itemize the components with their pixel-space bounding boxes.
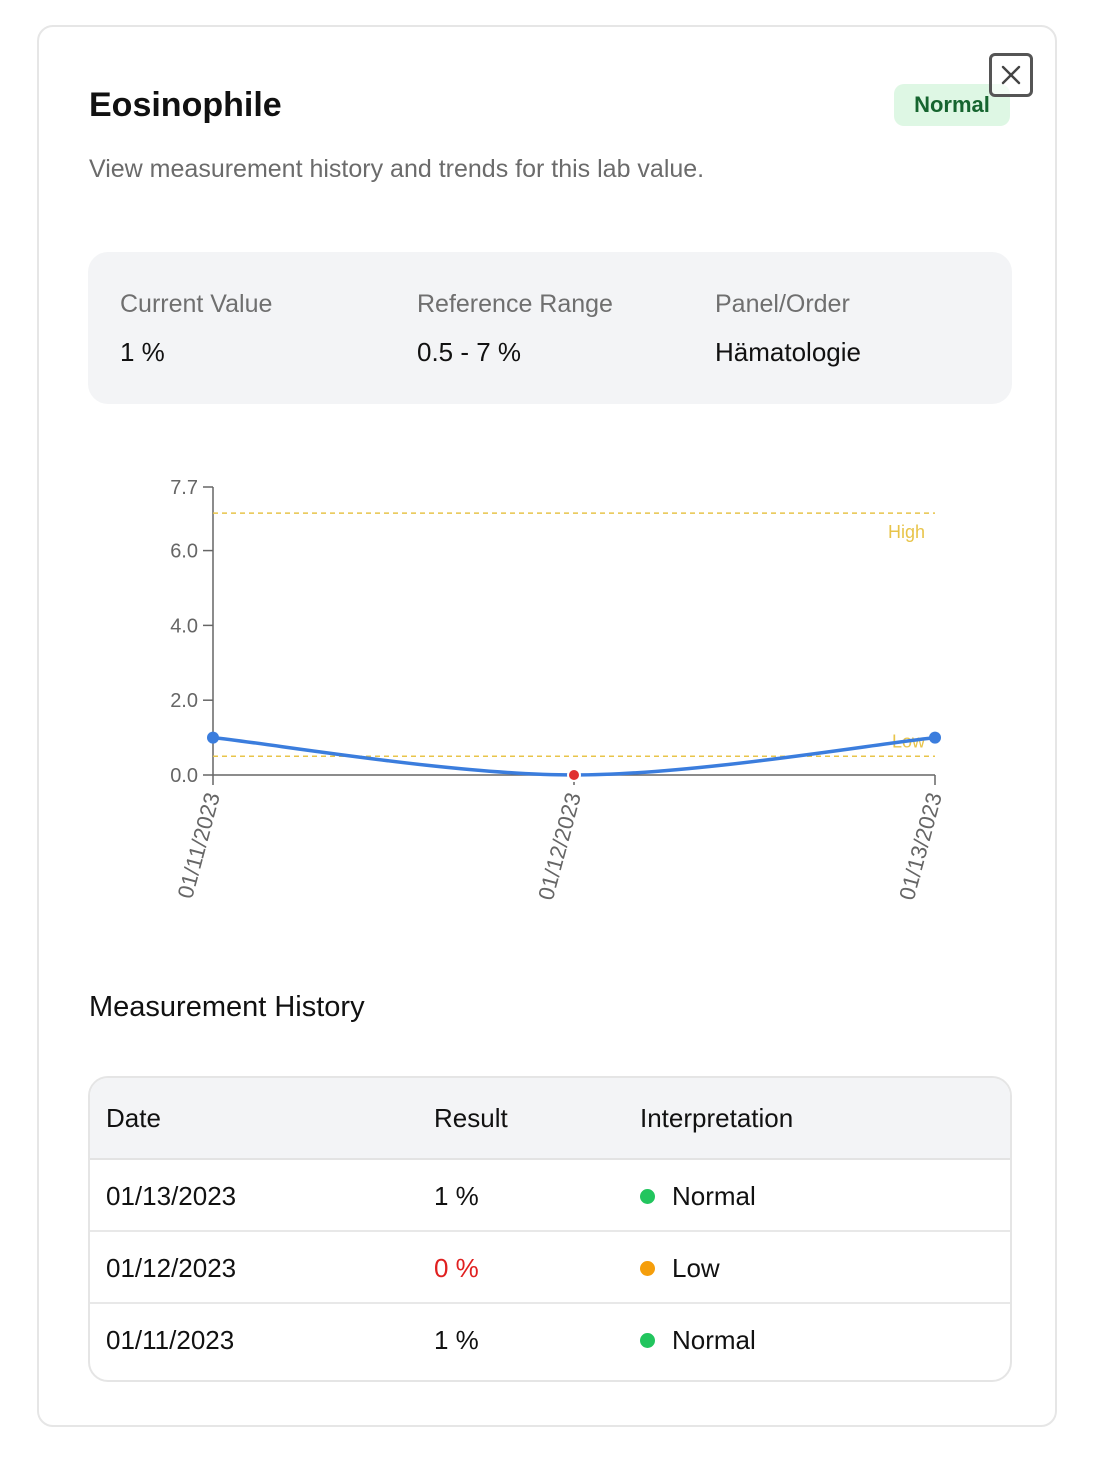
status-dot bbox=[640, 1332, 655, 1348]
history-title: Measurement History bbox=[89, 991, 365, 1023]
y-tick-label: 7.7 bbox=[170, 477, 198, 499]
table-header: Date Result Interpretation bbox=[90, 1078, 1010, 1160]
status-dot bbox=[640, 1188, 655, 1204]
history-table: Date Result Interpretation 01/13/2023 1 … bbox=[88, 1076, 1012, 1382]
y-tick-label: 6.0 bbox=[170, 541, 198, 563]
data-point bbox=[207, 731, 219, 744]
data-point bbox=[567, 768, 581, 782]
row-date: 01/13/2023 bbox=[106, 1181, 237, 1211]
column-header-result: Result bbox=[434, 1103, 508, 1133]
status-dot bbox=[640, 1260, 655, 1276]
data-point bbox=[929, 731, 941, 744]
row-date: 01/12/2023 bbox=[106, 1253, 237, 1283]
column-header-date: Date bbox=[106, 1103, 161, 1133]
trend-chart: 0.0 2.0 4.0 6.0 7.7 01/11/2023 01/12/2023 01/13… bbox=[170, 477, 947, 903]
table-row: 01/11/2023 1 % Normal bbox=[90, 1304, 1010, 1376]
lab-value-dialog: Eosinophile Normal View measurement hist… bbox=[37, 25, 1057, 1427]
column-header-interpretation: Interpretation bbox=[640, 1103, 794, 1133]
table-row: 01/12/2023 0 % Low bbox=[90, 1232, 1010, 1304]
y-tick-label: 4.0 bbox=[170, 615, 198, 637]
row-interpretation: Normal bbox=[640, 1180, 756, 1212]
interpretation-label: Normal bbox=[672, 1325, 756, 1355]
table-row: 01/13/2023 1 % Normal bbox=[90, 1160, 1010, 1232]
row-result: 1 % bbox=[434, 1181, 479, 1211]
x-tick-label: 01/12/2023 bbox=[533, 790, 586, 903]
row-date: 01/11/2023 bbox=[106, 1325, 235, 1355]
y-tick-label: 2.0 bbox=[170, 690, 198, 712]
y-tick-label: 0.0 bbox=[170, 765, 198, 787]
x-tick-label: 01/11/2023 bbox=[173, 790, 225, 901]
row-result: 0 % bbox=[434, 1253, 479, 1283]
x-tick-label: 01/13/2023 bbox=[894, 790, 947, 903]
interpretation-label: Low bbox=[672, 1253, 720, 1283]
reference-line-label: High bbox=[888, 522, 925, 542]
row-interpretation: Normal bbox=[640, 1324, 756, 1356]
interpretation-label: Normal bbox=[672, 1181, 756, 1211]
row-result: 1 % bbox=[434, 1325, 479, 1355]
row-interpretation: Low bbox=[640, 1252, 720, 1284]
